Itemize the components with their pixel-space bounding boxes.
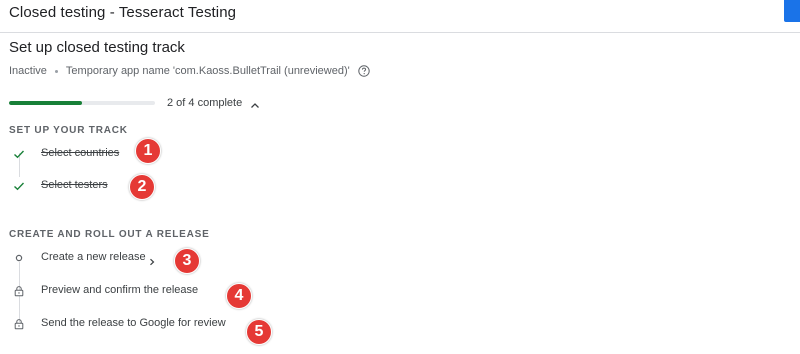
app-name-text: Temporary app name 'com.Kaoss.BulletTrai…: [65, 65, 350, 77]
help-icon[interactable]: [358, 65, 370, 77]
circle-icon: [13, 251, 25, 263]
annotation-badge-4: 4: [226, 283, 252, 309]
section-title-setup: SET UP YOUR TRACK: [9, 125, 128, 136]
annotation-badge-2: 2: [129, 174, 155, 200]
progress-bar-fill: [9, 101, 82, 105]
section-title-release: CREATE AND ROLL OUT A RELEASE: [9, 229, 210, 240]
annotation-badge-5: 5: [246, 319, 272, 345]
check-icon: [13, 147, 25, 159]
step-preview-release: Preview and confirm the release: [13, 282, 198, 298]
check-icon: [13, 179, 25, 191]
primary-action-button-edge[interactable]: [784, 0, 800, 22]
chevron-up-icon[interactable]: [250, 98, 260, 108]
step-label: Send the release to Google for review: [41, 317, 226, 329]
step-select-countries[interactable]: Select countries: [13, 145, 119, 161]
status-text: Inactive: [9, 65, 47, 77]
separator-dot: [54, 69, 58, 73]
annotation-badge-3: 3: [174, 248, 200, 274]
window-title: Closed testing - Tesseract Testing: [9, 4, 237, 21]
lock-icon: [13, 317, 25, 330]
step-select-testers[interactable]: Select testers: [13, 177, 108, 193]
step-send-for-review: Send the release to Google for review: [13, 315, 226, 331]
lock-icon: [13, 284, 25, 297]
track-status-line: Inactive Temporary app name 'com.Kaoss.B…: [9, 65, 370, 77]
step-label[interactable]: Select countries: [41, 147, 119, 159]
step-label: Preview and confirm the release: [41, 284, 199, 296]
chevron-right-icon[interactable]: [148, 253, 156, 266]
progress-row: 2 of 4 complete: [9, 97, 260, 109]
step-label[interactable]: Select testers: [41, 179, 108, 191]
progress-bar: [9, 101, 155, 105]
progress-label: 2 of 4 complete: [167, 97, 243, 109]
step-label[interactable]: Create a new release: [41, 251, 146, 263]
page-title: Set up closed testing track: [9, 39, 185, 56]
annotation-badge-1: 1: [135, 138, 161, 164]
step-create-release[interactable]: Create a new release: [13, 249, 156, 266]
top-bar: Closed testing - Tesseract Testing: [0, 0, 800, 33]
